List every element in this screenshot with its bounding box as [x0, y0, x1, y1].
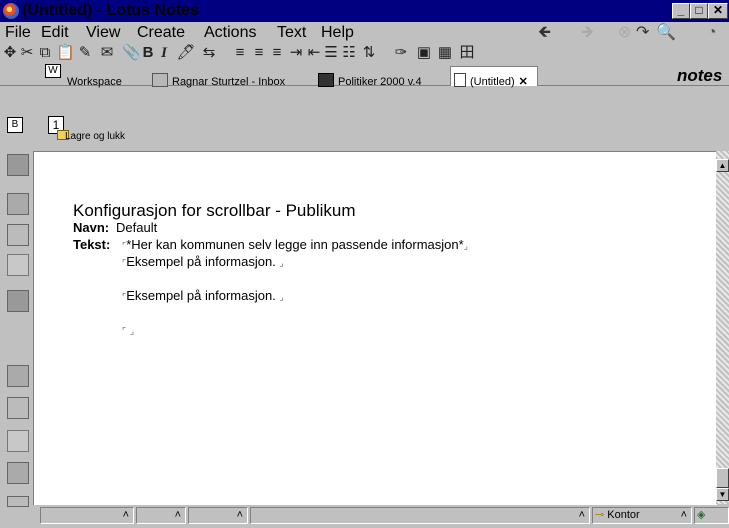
tab-untitled-label: (Untitled) — [470, 76, 515, 88]
document-title: Konfigurasjon for scrollbar - Publikum — [73, 201, 356, 220]
maximize-button[interactable]: □ — [690, 3, 708, 19]
scroll-down-button[interactable]: ▼ — [716, 488, 729, 501]
bookmark-letter[interactable]: B — [7, 117, 23, 133]
inbox-icon — [152, 73, 168, 87]
scroll-up-button[interactable]: ▲ — [716, 159, 729, 172]
menu-create[interactable]: Create — [137, 22, 185, 43]
field-end-marker: ⌟ — [463, 241, 468, 251]
sort-icon[interactable]: ⇅ — [361, 44, 377, 62]
save-and-close-button[interactable]: Lagre og lukk — [65, 131, 125, 142]
status-mail-panel[interactable]: ◈ — [694, 507, 729, 524]
window-title: (Untitled) - Lotus Notes — [22, 2, 199, 19]
paste-icon[interactable]: 📋 — [56, 44, 75, 62]
key-icon: ⊸ — [595, 509, 605, 521]
refresh-icon[interactable]: ↷ — [636, 22, 649, 43]
location-label: Kontor — [607, 509, 640, 521]
text-line-1: *Her kan kommunen selv legge inn passend… — [126, 237, 464, 252]
close-tab-icon[interactable]: ✕ — [519, 76, 528, 88]
notes-brand-logo: notes — [677, 66, 723, 85]
forward-arrow-icon[interactable]: 🡺 — [581, 22, 594, 43]
field-end-marker: ⌟ — [279, 292, 284, 302]
italic-button[interactable]: I — [157, 44, 171, 62]
text-properties-icon[interactable]: ⇆ — [199, 44, 219, 62]
status-message-panel: ˄ — [250, 507, 590, 524]
cut-icon[interactable]: ✂ — [19, 44, 35, 62]
menu-actions[interactable]: Actions — [204, 22, 256, 43]
field-end-marker: ⌟ — [279, 258, 284, 268]
scrollbar-thumb[interactable] — [716, 468, 729, 488]
align-right-icon[interactable]: ≡ — [269, 44, 285, 62]
magic-icon[interactable]: ✑ — [393, 44, 409, 62]
table-icon[interactable]: ▦ — [437, 44, 453, 62]
layout-icon[interactable]: 田 — [459, 44, 475, 62]
text-field-line-2[interactable]: ⌜Eksempel på informasjon. ⌟ — [122, 255, 284, 270]
lotus-notes-app-icon[interactable] — [3, 3, 19, 19]
database-catalog-icon[interactable] — [7, 290, 29, 312]
database-icon — [318, 73, 334, 87]
indent-icon[interactable]: ⇥ — [288, 44, 304, 62]
todo-icon[interactable] — [7, 224, 29, 246]
stop-icon[interactable]: ⊗ — [618, 22, 631, 43]
menu-view[interactable]: View — [86, 22, 120, 43]
tab-politiker[interactable]: Politiker 2000 v.4 — [318, 73, 422, 91]
status-font-panel[interactable]: ˄ — [40, 507, 134, 524]
align-center-icon[interactable]: ≡ — [251, 44, 267, 62]
menu-text[interactable]: Text — [277, 22, 306, 43]
field-start-marker: ⌜ — [122, 326, 127, 336]
action-bar — [33, 114, 729, 140]
attach-icon[interactable]: 📎 — [122, 44, 141, 62]
text-field-line-1[interactable]: ⌜*Her kan kommunen selv legge inn passen… — [122, 238, 468, 253]
favorites-icon[interactable] — [7, 365, 29, 387]
address-book-icon[interactable] — [7, 193, 29, 215]
menu-help[interactable]: Help — [321, 22, 354, 43]
numbered-list-icon[interactable]: ☷ — [341, 44, 357, 62]
tab-inbox-label: Ragnar Sturtzel - Inbox — [172, 76, 286, 88]
status-style-panel[interactable]: ˄ — [188, 507, 248, 524]
close-button[interactable]: ✕ — [708, 3, 728, 19]
copy-icon[interactable]: ⧉ — [37, 44, 53, 62]
text-label: Tekst: — [73, 237, 111, 252]
globe-icon[interactable]: ◔ — [707, 22, 717, 43]
tab-workspace[interactable]: Workspace — [67, 73, 122, 91]
replicator-icon[interactable] — [7, 254, 29, 276]
mail-icon: ◈ — [697, 509, 706, 521]
outdent-icon[interactable]: ⇤ — [306, 44, 322, 62]
menu-edit[interactable]: Edit — [41, 22, 69, 43]
text-line-3: Eksempel på informasjon. — [126, 288, 276, 303]
spellcheck-icon[interactable]: ▣ — [416, 44, 432, 62]
web-icon[interactable] — [7, 462, 29, 484]
bullet-list-icon[interactable]: ☰ — [323, 44, 339, 62]
back-arrow-icon[interactable]: 🡸 — [538, 22, 551, 43]
name-label: Navn: — [73, 220, 110, 235]
tab-untitled-content[interactable]: (Untitled) ✕ — [454, 73, 528, 91]
databases-icon[interactable] — [7, 397, 29, 419]
align-left-icon[interactable]: ≡ — [232, 44, 248, 62]
text-line-2: Eksempel på informasjon. — [126, 254, 276, 269]
folder-icon[interactable] — [7, 430, 29, 452]
tab-inbox[interactable]: Ragnar Sturtzel - Inbox — [152, 73, 285, 91]
search-icon[interactable]: 🔍 — [656, 22, 676, 43]
highlighter-icon[interactable]: 🖊 — [176, 44, 196, 62]
hotspot-icon[interactable]: ✉ — [98, 44, 116, 62]
document-icon — [454, 73, 466, 87]
bold-button[interactable]: B — [141, 44, 155, 62]
minimize-button[interactable]: _ — [672, 3, 690, 19]
vertical-scrollbar[interactable] — [716, 151, 729, 504]
workspace-icon: W — [45, 64, 61, 78]
field-end-marker: ⌟ — [129, 326, 135, 336]
address-icon[interactable]: ✎ — [76, 44, 94, 62]
status-location-panel[interactable]: ⊸ Kontor ˄ — [592, 507, 692, 524]
menu-file[interactable]: File — [5, 22, 31, 43]
text-field-line-3[interactable]: ⌜Eksempel på informasjon. ⌟ — [122, 289, 284, 304]
status-size-panel[interactable]: ˄ — [136, 507, 186, 524]
name-value[interactable]: Default — [116, 221, 157, 235]
navigate-icon[interactable]: ✥ — [2, 44, 18, 62]
tab-politiker-label: Politiker 2000 v.4 — [338, 76, 422, 88]
empty-field[interactable]: ⌜ ⌟ — [122, 323, 134, 338]
calendar-icon[interactable] — [7, 154, 29, 176]
